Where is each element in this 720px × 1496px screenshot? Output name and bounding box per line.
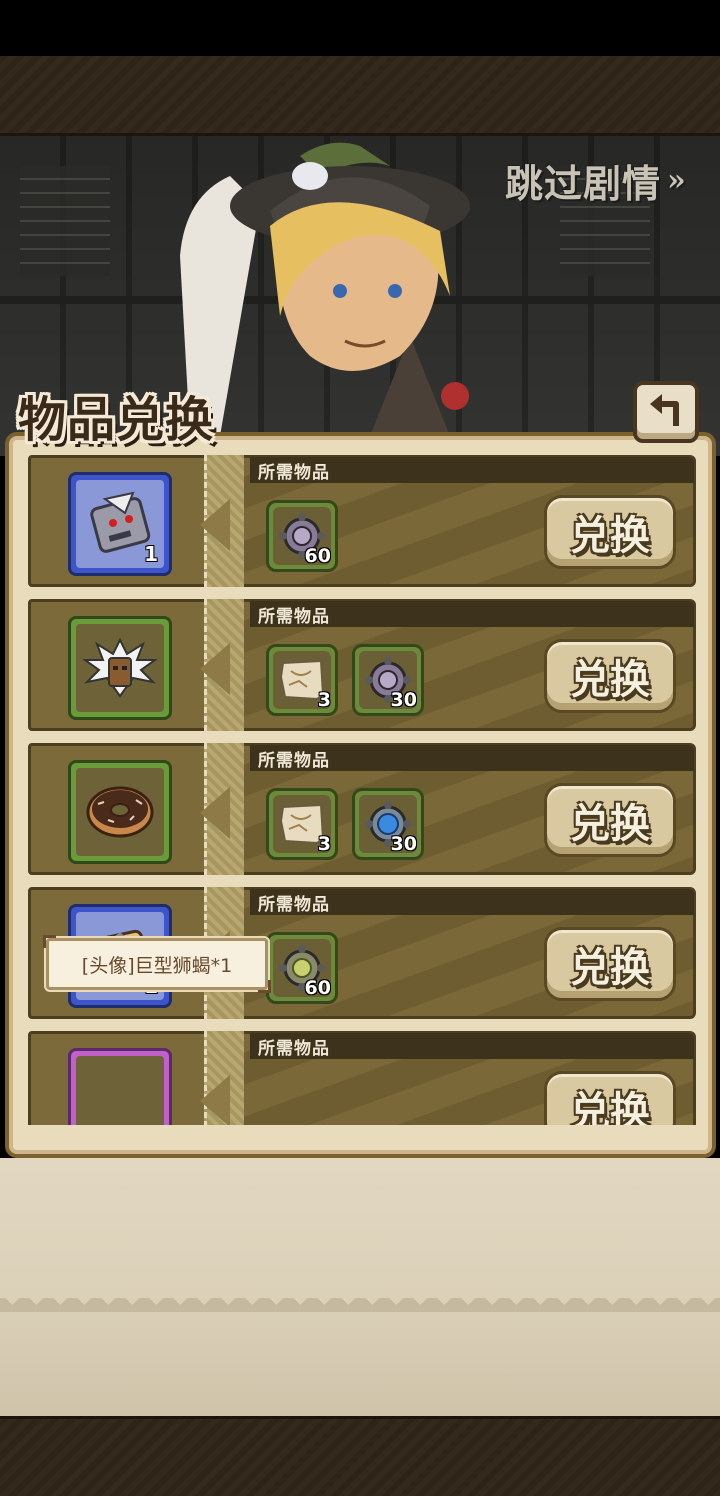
- exchange-row: 所需物品 3 30 兑换: [28, 599, 696, 733]
- cost-count: 3: [317, 689, 331, 711]
- exchange-row: 所需物品 3 30 兑换: [28, 743, 696, 877]
- back-arrow-icon: [650, 394, 679, 426]
- required-items-label: 所需物品: [258, 751, 330, 771]
- top-decoration: [0, 56, 720, 136]
- spiky-hair-mask-icon: [83, 637, 157, 698]
- exchange-row: 所需物品 兑换: [28, 1031, 696, 1125]
- page-title: 物品兑换: [18, 392, 215, 448]
- skip-story-button[interactable]: 跳过剧情 »: [505, 150, 705, 210]
- exchange-row: 所需物品 1: [28, 455, 696, 589]
- exchange-button[interactable]: 兑换: [544, 495, 676, 569]
- required-items-label: 所需物品: [258, 1039, 330, 1059]
- status-bar: [0, 0, 720, 56]
- window: [20, 166, 110, 276]
- required-items-label: 所需物品: [258, 463, 330, 483]
- bottom-background: [0, 1158, 720, 1416]
- cost-item[interactable]: 60: [266, 500, 338, 572]
- cost-item[interactable]: 3: [266, 788, 338, 860]
- exchange-button[interactable]: 兑换: [544, 927, 676, 1001]
- exchange-button[interactable]: 兑换: [544, 1071, 676, 1125]
- exchange-list[interactable]: 1 兑换 所需物品: [22, 455, 698, 1125]
- back-button[interactable]: [633, 381, 699, 443]
- reward-item[interactable]: [68, 616, 172, 720]
- reward-count: 1: [144, 542, 158, 566]
- cost-item[interactable]: 60: [266, 932, 338, 1004]
- exchange-button[interactable]: 兑换: [544, 639, 676, 713]
- reward-item[interactable]: [68, 760, 172, 864]
- cost-count: 3: [317, 833, 331, 855]
- required-items-label: 所需物品: [258, 607, 330, 627]
- item-tooltip: [头像]巨型狮蝎*1: [43, 935, 271, 993]
- cost-count: 30: [390, 833, 417, 855]
- cost-count: 60: [304, 977, 331, 999]
- cost-count: 30: [390, 689, 417, 711]
- cost-count: 60: [304, 545, 331, 567]
- required-items-label: 所需物品: [258, 895, 330, 915]
- cost-item[interactable]: 30: [352, 788, 424, 860]
- reward-item[interactable]: [68, 1048, 172, 1125]
- cost-item[interactable]: 3: [266, 644, 338, 716]
- skip-story-label: 跳过剧情: [505, 160, 662, 206]
- reward-item[interactable]: 1: [68, 472, 172, 576]
- chocolate-donut-icon: [86, 786, 154, 838]
- exchange-button[interactable]: 兑换: [544, 783, 676, 857]
- double-chevron-right-icon: »: [667, 162, 687, 198]
- cost-item[interactable]: 30: [352, 644, 424, 716]
- pink-item-icon: [76, 1056, 164, 1125]
- bottom-decoration: [0, 1416, 720, 1496]
